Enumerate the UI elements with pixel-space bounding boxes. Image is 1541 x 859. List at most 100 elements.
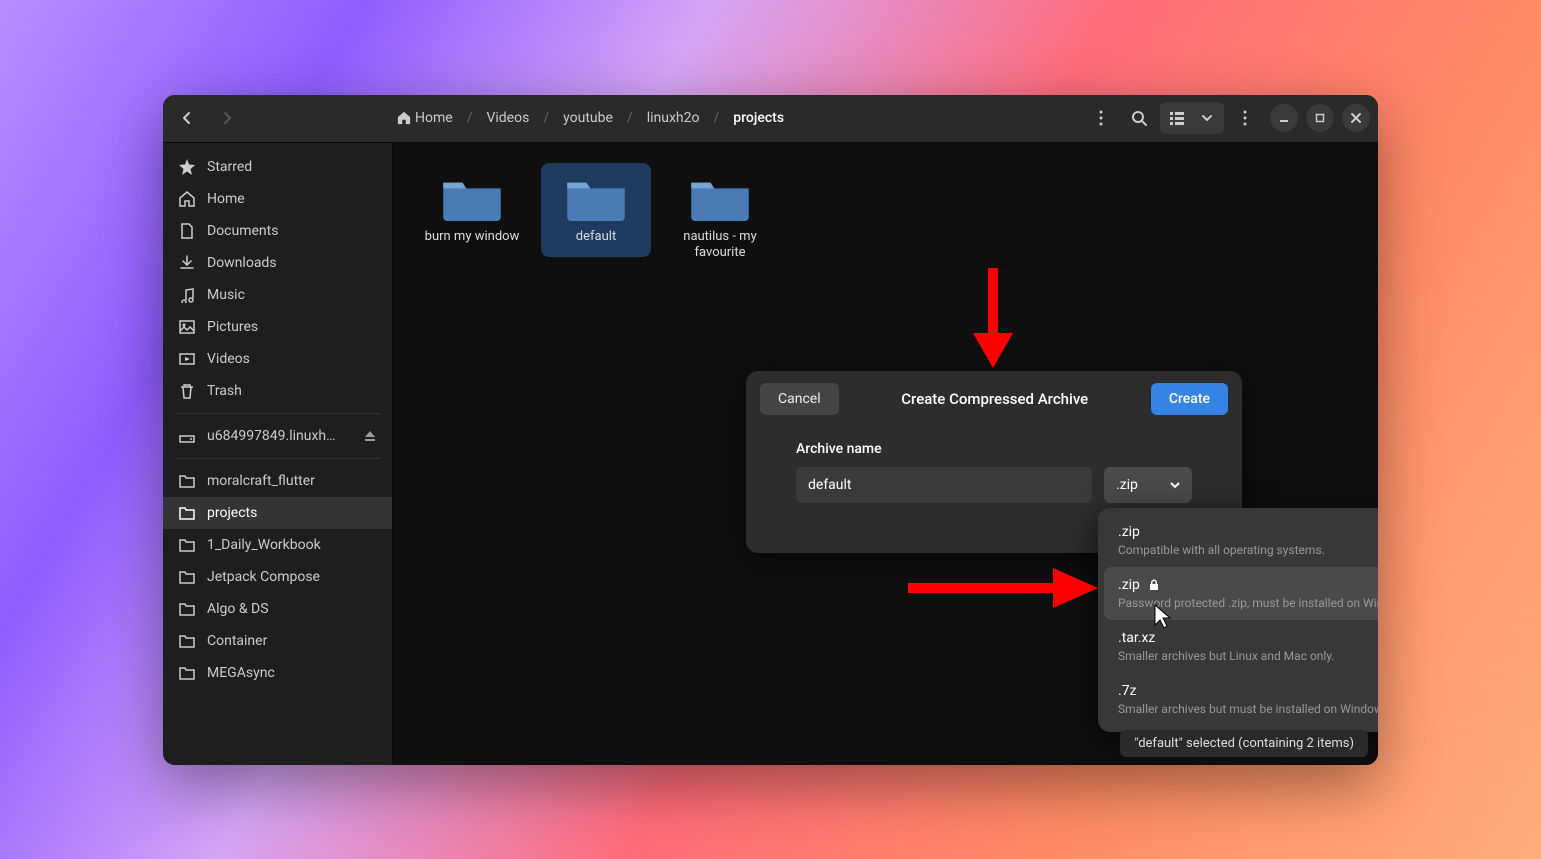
view-dropdown-button[interactable]: [1192, 104, 1222, 132]
statusbar: "default" selected (containing 2 items): [1120, 730, 1368, 757]
dialog-header: Cancel Create Compressed Archive Create: [746, 371, 1242, 427]
popover-item-zip-password[interactable]: .zip Password protected .zip, must be in…: [1104, 567, 1378, 620]
folder-icon: [689, 175, 751, 221]
back-button[interactable]: [171, 102, 203, 134]
breadcrumb-youtube[interactable]: youtube: [557, 106, 619, 130]
sidebar-item-label: projects: [207, 505, 257, 521]
breadcrumb-projects[interactable]: projects: [727, 106, 790, 130]
breadcrumbs: Home / Videos / youtube / linuxh2o / pro…: [391, 106, 790, 130]
sidebar-item-pictures[interactable]: Pictures: [163, 311, 392, 343]
sidebar-item-label: Trash: [207, 383, 242, 399]
breadcrumb-home[interactable]: Home: [391, 106, 459, 130]
sidebar-item-label: Documents: [207, 223, 278, 239]
extension-dropdown[interactable]: .zip: [1104, 467, 1192, 503]
sidebar-item-projects[interactable]: projects: [163, 497, 392, 529]
eject-icon: [364, 430, 376, 442]
sidebar-item-music[interactable]: Music: [163, 279, 392, 311]
arrow-right-annotation: [903, 563, 1103, 613]
sidebar-item-label: Starred: [207, 159, 252, 175]
popover-item-desc: Smaller archives but Linux and Mac only.: [1118, 649, 1378, 663]
folder-icon: [179, 665, 195, 681]
trash-icon: [179, 383, 195, 399]
folder-icon: [179, 569, 195, 585]
dialog-title: Create Compressed Archive: [901, 390, 1088, 408]
folder-default[interactable]: default: [541, 163, 651, 258]
lock-icon: [1148, 579, 1160, 591]
popover-item-desc: Smaller archives but must be installed o…: [1118, 702, 1378, 716]
popover-item-title: .7z: [1118, 683, 1137, 699]
home-icon: [179, 191, 195, 207]
sidebar-item-label: Videos: [207, 351, 250, 367]
sidebar-item-container[interactable]: Container: [163, 625, 392, 657]
popover-item-title: .zip: [1118, 577, 1140, 593]
sidebar-item-videos[interactable]: Videos: [163, 343, 392, 375]
breadcrumb-videos[interactable]: Videos: [480, 106, 535, 130]
popover-item-title: .zip: [1118, 524, 1140, 540]
cancel-button[interactable]: Cancel: [760, 383, 839, 415]
sidebar-item-home[interactable]: Home: [163, 183, 392, 215]
folder-icon: [179, 633, 195, 649]
sidebar-item-daily[interactable]: 1_Daily_Workbook: [163, 529, 392, 561]
create-button[interactable]: Create: [1151, 383, 1228, 415]
popover-item-7z[interactable]: .7z Smaller archives but must be install…: [1104, 673, 1378, 726]
chevron-down-icon: [1202, 113, 1212, 123]
sidebar-item-trash[interactable]: Trash: [163, 375, 392, 407]
popover-item-desc: Compatible with all operating systems.: [1118, 543, 1378, 557]
sidebar-item-jetpack[interactable]: Jetpack Compose: [163, 561, 392, 593]
folder-burn-my-window[interactable]: burn my window: [417, 163, 527, 258]
popover-item-zip[interactable]: .zip Compatible with all operating syste…: [1104, 514, 1378, 567]
sidebar-item-documents[interactable]: Documents: [163, 215, 392, 247]
sidebar: Starred Home Documents Downloads Music P…: [163, 143, 393, 765]
folder-label: burn my window: [425, 229, 520, 246]
view-list-button[interactable]: [1162, 104, 1192, 132]
arrow-down-annotation: [963, 263, 1023, 373]
download-icon: [179, 255, 195, 271]
list-icon: [1170, 111, 1184, 125]
extension-label: .zip: [1116, 477, 1138, 493]
sidebar-item-mount[interactable]: u684997849.linuxh…: [163, 420, 392, 452]
sidebar-item-starred[interactable]: Starred: [163, 151, 392, 183]
file-manager-window: Home / Videos / youtube / linuxh2o / pro…: [163, 95, 1378, 765]
archive-name-input[interactable]: [796, 467, 1092, 503]
close-button[interactable]: [1342, 104, 1370, 132]
window-body: Starred Home Documents Downloads Music P…: [163, 143, 1378, 765]
input-row: .zip: [796, 467, 1192, 503]
document-icon: [179, 223, 195, 239]
folder-label: default: [576, 229, 616, 246]
sidebar-item-label: Home: [207, 191, 245, 207]
sidebar-item-label: Algo & DS: [207, 601, 269, 617]
popover-item-tarxz[interactable]: .tar.xz Smaller archives but Linux and M…: [1104, 620, 1378, 673]
folder-icon: [179, 473, 195, 489]
hamburger-menu-button[interactable]: [1228, 101, 1262, 135]
sidebar-item-label: Music: [207, 287, 245, 303]
star-icon: [179, 159, 195, 175]
minimize-button[interactable]: [1270, 104, 1298, 132]
forward-button[interactable]: [211, 102, 243, 134]
folder-icon: [441, 175, 503, 221]
path-menu-button[interactable]: [1084, 101, 1118, 135]
sidebar-item-label: Downloads: [207, 255, 277, 271]
sidebar-divider: [175, 458, 380, 459]
music-icon: [179, 287, 195, 303]
sidebar-item-label: moralcraft_flutter: [207, 473, 315, 489]
extension-popover: .zip Compatible with all operating syste…: [1098, 508, 1378, 732]
eject-button[interactable]: [364, 430, 376, 442]
search-button[interactable]: [1122, 101, 1156, 135]
file-grid[interactable]: burn my window default nautilus - my fav…: [393, 143, 1378, 765]
drive-icon: [179, 428, 195, 444]
sidebar-item-label: 1_Daily_Workbook: [207, 537, 321, 553]
sidebar-item-mega[interactable]: MEGAsync: [163, 657, 392, 689]
sidebar-item-label: Pictures: [207, 319, 258, 335]
sidebar-item-label: Container: [207, 633, 267, 649]
folder-icon: [179, 601, 195, 617]
titlebar: Home / Videos / youtube / linuxh2o / pro…: [163, 95, 1378, 143]
maximize-button[interactable]: [1306, 104, 1334, 132]
sidebar-item-algo[interactable]: Algo & DS: [163, 593, 392, 625]
folder-nautilus[interactable]: nautilus - my favourite: [665, 163, 775, 275]
titlebar-actions: [1084, 101, 1370, 135]
folder-icon: [565, 175, 627, 221]
breadcrumb-linuxh2o[interactable]: linuxh2o: [641, 106, 706, 130]
sidebar-item-downloads[interactable]: Downloads: [163, 247, 392, 279]
sidebar-divider: [175, 413, 380, 414]
sidebar-item-moralcraft[interactable]: moralcraft_flutter: [163, 465, 392, 497]
